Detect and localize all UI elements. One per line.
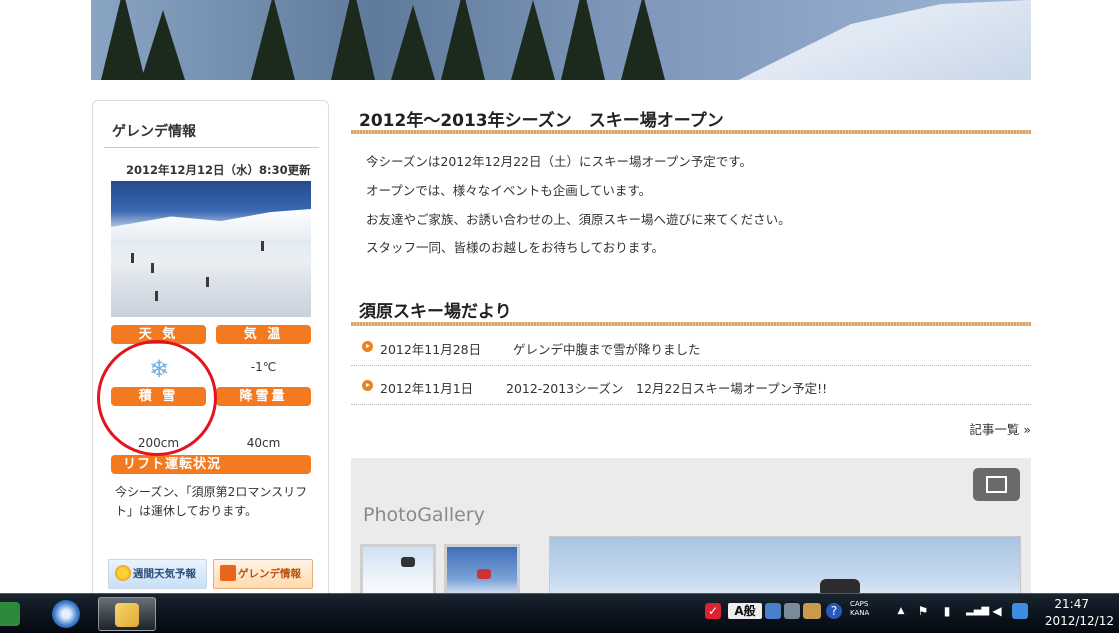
clock-time[interactable]: 21:47 [1054, 597, 1089, 611]
main-content: 2012年〜2013年シーズン スキー場オープン 今シーズンは2012年12月2… [351, 100, 1031, 606]
lift-status-text: 今シーズン、「須原第2ロマンスリフト」は運休しております。 [115, 485, 308, 518]
tray-app-icon[interactable] [784, 603, 800, 619]
tray-app-icon[interactable] [765, 603, 781, 619]
news-item[interactable]: 2012年11月1日 2012-2013シーズン 12月22日スキー場オープン予… [351, 367, 1031, 405]
heading-rule [351, 322, 1031, 326]
start-orb-icon[interactable] [0, 602, 20, 626]
temperature-value: -1℃ [250, 360, 277, 374]
annotation-circle [97, 340, 217, 456]
network-signal-icon[interactable]: ▂▄▆ [966, 603, 989, 619]
gelande-info-banner[interactable]: ゲレンデ情報 [213, 559, 313, 589]
arrow-bullet-icon [362, 341, 373, 352]
expand-icon [986, 476, 1007, 493]
arrow-bullet-icon [362, 380, 373, 391]
fullscreen-button[interactable] [973, 468, 1020, 501]
gelande-info-title: ゲレンデ情報 [112, 124, 196, 140]
paragraph: スタッフ一同、皆様のお越しをお待ちしております。 [366, 240, 665, 255]
snowfall-label: 降雪量 [216, 387, 311, 406]
update-timestamp: 2012年12月12日（水）8:30更新 [126, 163, 311, 177]
season-heading: 2012年〜2013年シーズン スキー場オープン [359, 111, 724, 131]
photo-gallery: PhotoGallery [351, 458, 1031, 606]
help-icon[interactable]: ? [826, 603, 842, 619]
dropbox-icon[interactable] [1012, 603, 1028, 619]
snowboarder-icon [220, 565, 236, 581]
volume-icon[interactable]: ◀ [990, 603, 1004, 619]
media-player-icon[interactable] [52, 600, 80, 628]
paragraph: 今シーズンは2012年12月22日（土）にスキー場オープン予定です。 [366, 154, 752, 169]
caps-kana-indicator: CAPS KANA [850, 600, 870, 617]
news-item[interactable]: 2012年11月28日 ゲレンデ中腹まで雪が降りました [351, 328, 1031, 366]
gallery-title: PhotoGallery [363, 504, 485, 526]
slope-photo [111, 181, 311, 317]
flag-icon[interactable]: ⚑ [916, 603, 930, 619]
sun-icon [115, 565, 131, 581]
taskbar-active-window[interactable] [98, 597, 156, 631]
folder-icon [115, 603, 139, 627]
news-heading: 須原スキー場だより [359, 302, 512, 322]
chevron-up-icon[interactable]: ▲ [896, 603, 906, 619]
device-icon[interactable]: ▮ [940, 603, 954, 619]
tray-app-icon[interactable] [803, 603, 821, 619]
tray-app-icon[interactable]: ✓ [705, 603, 721, 619]
news-date: 2012年11月28日 [380, 342, 482, 357]
paragraph: お友達やご家族、お誘い合わせの上、須原スキー場へ遊びに来てください。 [366, 212, 791, 227]
paragraph: オープンでは、様々なイベントも企画しています。 [366, 183, 652, 198]
news-title-link[interactable]: ゲレンデ中腹まで雪が降りました [513, 339, 701, 358]
ime-indicator[interactable]: A般 [728, 603, 762, 619]
weekly-weather-banner[interactable]: 週間天気予報 [108, 559, 207, 589]
header-banner-image [91, 0, 1031, 80]
news-date: 2012年11月1日 [380, 381, 474, 396]
snowfall-value: 40cm [246, 436, 281, 450]
article-list-link[interactable]: 記事一覧 » [969, 419, 1031, 438]
heading-rule [351, 130, 1031, 134]
browser-page: ゲレンデ情報 2012年12月12日（水）8:30更新 天 気 気 温 ❄ -1… [0, 0, 1119, 633]
temperature-label: 気 温 [216, 325, 311, 344]
news-title-link[interactable]: 2012-2013シーズン 12月22日スキー場オープン予定!! [506, 378, 827, 397]
lift-status-label: リフト運転状況 [111, 455, 311, 474]
clock-date[interactable]: 2012/12/12 [1045, 614, 1114, 628]
divider [104, 147, 319, 148]
